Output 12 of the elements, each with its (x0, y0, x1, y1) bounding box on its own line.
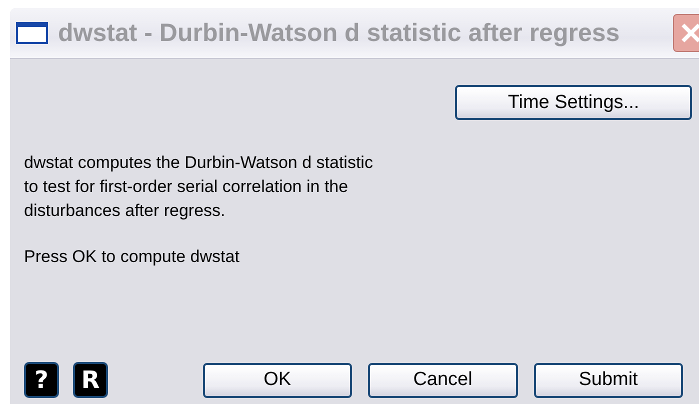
close-button[interactable] (673, 14, 699, 52)
ok-button[interactable]: OK (202, 362, 352, 398)
help-button[interactable]: ? (24, 362, 60, 398)
prompt-text: Press OK to compute dwstat (24, 247, 240, 267)
submit-button[interactable]: Submit (534, 362, 684, 398)
reset-button[interactable]: R (73, 362, 108, 398)
window-icon (16, 22, 48, 44)
window-title: dwstat - Durbin-Watson d statistic after regress (58, 18, 621, 48)
time-settings-button[interactable]: Time Settings... (455, 85, 692, 120)
cancel-button[interactable]: Cancel (368, 362, 518, 398)
close-icon (680, 22, 699, 44)
description-text: dwstat computes the Durbin-Watson d statistic to test for first-order serial correlation in the disturbances after regress. (24, 152, 374, 222)
